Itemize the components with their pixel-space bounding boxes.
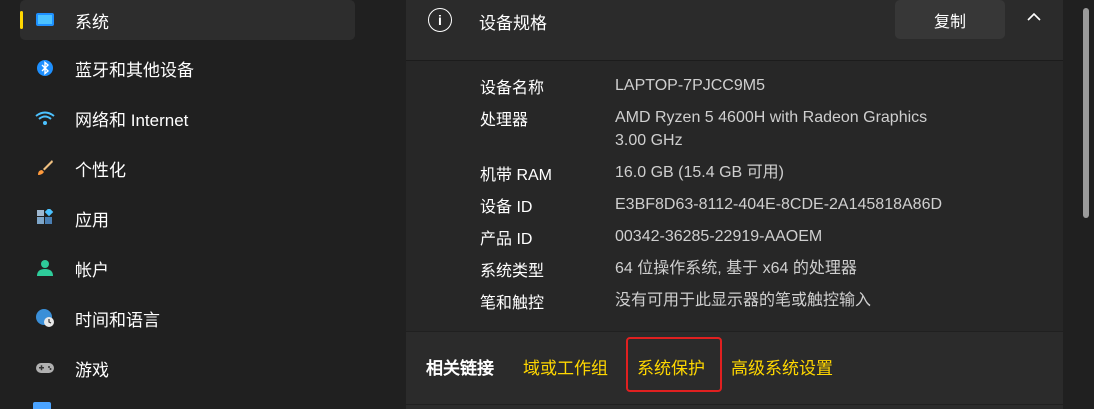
chevron-up-icon[interactable]: [1022, 5, 1046, 29]
spec-value: AMD Ryzen 5 4600H with Radeon Graphics: [615, 109, 928, 126]
globe-clock-icon: [35, 308, 55, 328]
spec-value: 没有可用于此显示器的笔或触控输入: [615, 292, 872, 309]
brush-icon: [35, 158, 55, 178]
next-card-edge: [406, 405, 1063, 409]
partial-nav-icon: [33, 402, 51, 409]
spec-value: 00342-36285-22919-AAOEM: [615, 228, 823, 245]
sidebar-item-system[interactable]: 系统: [20, 0, 355, 40]
wifi-icon: [35, 108, 55, 128]
spec-key: 产品 ID: [480, 231, 533, 248]
device-specs-title: 设备规格: [479, 14, 547, 33]
sidebar-item-label: 蓝牙和其他设备: [75, 60, 194, 80]
bluetooth-icon: [35, 58, 55, 78]
sidebar-item-label: 应用: [75, 210, 109, 230]
sidebar-item-network[interactable]: 网络和 Internet: [20, 98, 355, 138]
spec-key: 处理器: [480, 112, 529, 129]
spec-key: 设备名称: [480, 80, 545, 97]
gamepad-icon: [35, 358, 55, 378]
sidebar-item-label: 网络和 Internet: [75, 110, 189, 130]
sidebar-item-label: 系统: [75, 12, 109, 32]
copy-button[interactable]: 复制: [895, 0, 1005, 39]
spec-key: 笔和触控: [480, 295, 545, 312]
spec-key: 设备 ID: [480, 199, 533, 216]
display-icon: [35, 10, 55, 30]
spec-value: E3BF8D63-8112-404E-8CDE-2A145818A86D: [615, 196, 943, 213]
person-icon: [35, 258, 55, 278]
link-advanced-system-settings[interactable]: 高级系统设置: [731, 354, 833, 379]
spec-key: 机带 RAM: [480, 167, 553, 184]
sidebar-item-label: 帐户: [75, 260, 109, 280]
scrollbar[interactable]: [1083, 8, 1089, 218]
sidebar-item-accounts[interactable]: 帐户: [20, 248, 355, 288]
sidebar-item-personalization[interactable]: 个性化: [20, 148, 355, 188]
sidebar-item-apps[interactable]: 应用: [20, 198, 355, 238]
link-domain-workgroup[interactable]: 域或工作组: [523, 354, 608, 379]
sidebar-item-gaming[interactable]: 游戏: [20, 348, 355, 388]
sidebar-item-label: 时间和语言: [75, 310, 160, 330]
sidebar-item-time-language[interactable]: 时间和语言: [20, 298, 355, 338]
sidebar: 系统 蓝牙和其他设备 网络和 Internet 个性化 应用 帐户 时间和语言 …: [0, 0, 360, 409]
spec-key: 系统类型: [480, 263, 545, 280]
related-links-label: 相关链接: [426, 359, 494, 378]
spec-value-line2: 3.00 GHz: [615, 132, 683, 149]
device-specs-body: 设备名称 LAPTOP-7PJCC9M5 处理器 AMD Ryzen 5 460…: [406, 61, 1063, 331]
spec-value: LAPTOP-7PJCC9M5: [615, 77, 765, 94]
selection-indicator: [20, 11, 23, 29]
info-icon: i: [428, 8, 452, 32]
sidebar-item-bluetooth[interactable]: 蓝牙和其他设备: [20, 48, 355, 88]
sidebar-item-label: 个性化: [75, 160, 126, 180]
apps-icon: [35, 208, 55, 228]
related-links-bar: 相关链接 域或工作组 系统保护 高级系统设置: [406, 332, 1063, 404]
device-specs-header[interactable]: i 设备规格 复制: [406, 0, 1063, 61]
sidebar-item-label: 游戏: [75, 360, 109, 380]
spec-value: 16.0 GB (15.4 GB 可用): [615, 164, 784, 181]
highlight-box: [626, 337, 722, 392]
spec-value: 64 位操作系统, 基于 x64 的处理器: [615, 260, 857, 277]
